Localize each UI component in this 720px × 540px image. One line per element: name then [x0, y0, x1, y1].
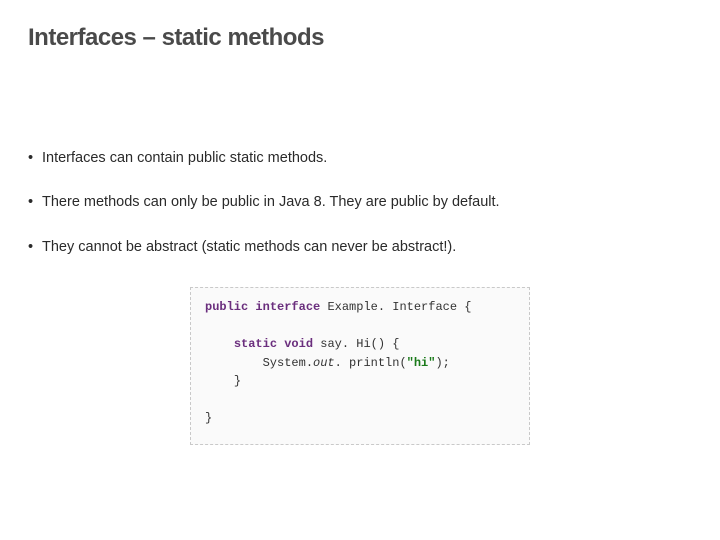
parens-brace: () { — [371, 337, 400, 351]
close-call: ); — [435, 356, 449, 370]
keyword-void: void — [284, 337, 313, 351]
bullet-item: There methods can only be public in Java… — [28, 192, 692, 212]
bullet-item: Interfaces can contain public static met… — [28, 148, 692, 168]
keyword-static: static — [234, 337, 277, 351]
println-text: . println( — [335, 356, 407, 370]
keyword-interface: interface — [255, 300, 320, 314]
brace-close: } — [234, 374, 241, 388]
brace: { — [464, 300, 471, 314]
bullet-item: They cannot be abstract (static methods … — [28, 237, 692, 257]
out-text: out — [313, 356, 335, 370]
code-snippet: public interface Example. Interface { st… — [190, 287, 530, 445]
slide-title: Interfaces – static methods — [28, 24, 692, 52]
brace-close: } — [205, 411, 212, 425]
keyword-public: public — [205, 300, 248, 314]
sys-text: System. — [263, 356, 313, 370]
bullet-list: Interfaces can contain public static met… — [28, 148, 692, 257]
method-name: say. Hi — [320, 337, 370, 351]
string-literal: "hi" — [407, 356, 436, 370]
class-name: Example. Interface — [327, 300, 457, 314]
